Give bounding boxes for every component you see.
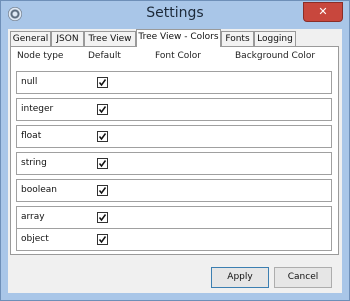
node-type-label: string bbox=[21, 158, 47, 168]
node-row-boolean: boolean bbox=[16, 179, 332, 202]
node-row-object: object bbox=[16, 228, 332, 251]
checkmark-icon bbox=[98, 79, 107, 87]
default-checkbox-integer[interactable] bbox=[97, 104, 108, 115]
node-row-null: null bbox=[16, 71, 332, 94]
header-background-color: Background Color bbox=[235, 51, 316, 61]
default-checkbox-boolean[interactable] bbox=[97, 185, 108, 196]
header-node-type: Node type bbox=[17, 51, 64, 61]
window-title: Settings bbox=[146, 5, 204, 21]
default-checkbox-float[interactable] bbox=[97, 131, 108, 142]
checkmark-icon bbox=[98, 106, 107, 114]
checkmark-icon bbox=[98, 187, 107, 195]
default-checkbox-object[interactable] bbox=[97, 234, 108, 245]
tab-tree-view[interactable]: Tree View bbox=[84, 31, 136, 46]
tab-fonts[interactable]: Fonts bbox=[221, 31, 254, 46]
title-bar[interactable]: Settings ✕ bbox=[1, 1, 349, 28]
header-font-color: Font Color bbox=[155, 51, 201, 61]
tab-tree-view-colors[interactable]: Tree View - Colors bbox=[136, 29, 221, 47]
node-type-label: boolean bbox=[21, 185, 57, 195]
close-button[interactable]: ✕ bbox=[303, 2, 343, 22]
checkmark-icon bbox=[98, 236, 107, 244]
default-checkbox-string[interactable] bbox=[97, 158, 108, 169]
colors-panel: Node type Default Font Color Background … bbox=[10, 46, 339, 255]
node-row-float: float bbox=[16, 125, 332, 148]
tab-json[interactable]: JSON bbox=[51, 31, 84, 46]
checkmark-icon bbox=[98, 133, 107, 141]
node-row-integer: integer bbox=[16, 98, 332, 121]
checkmark-icon bbox=[98, 160, 107, 168]
default-checkbox-null[interactable] bbox=[97, 77, 108, 88]
node-row-string: string bbox=[16, 152, 332, 175]
node-type-label: integer bbox=[21, 104, 54, 114]
checkmark-icon bbox=[98, 214, 107, 222]
tab-logging[interactable]: Logging bbox=[254, 31, 296, 46]
header-default: Default bbox=[88, 51, 121, 61]
settings-window: Settings ✕ General JSON Tree View Tree V… bbox=[0, 0, 350, 301]
cancel-button[interactable]: Cancel bbox=[274, 267, 332, 288]
tab-general[interactable]: General bbox=[10, 31, 51, 46]
node-type-label: object bbox=[21, 234, 49, 244]
node-type-label: float bbox=[21, 131, 42, 141]
apply-button[interactable]: Apply bbox=[211, 267, 269, 288]
node-type-label: array bbox=[21, 212, 45, 222]
dialog-body: General JSON Tree View Tree View - Color… bbox=[8, 29, 342, 293]
node-row-array: array bbox=[16, 206, 332, 229]
default-checkbox-array[interactable] bbox=[97, 212, 108, 223]
node-type-label: null bbox=[21, 77, 38, 87]
